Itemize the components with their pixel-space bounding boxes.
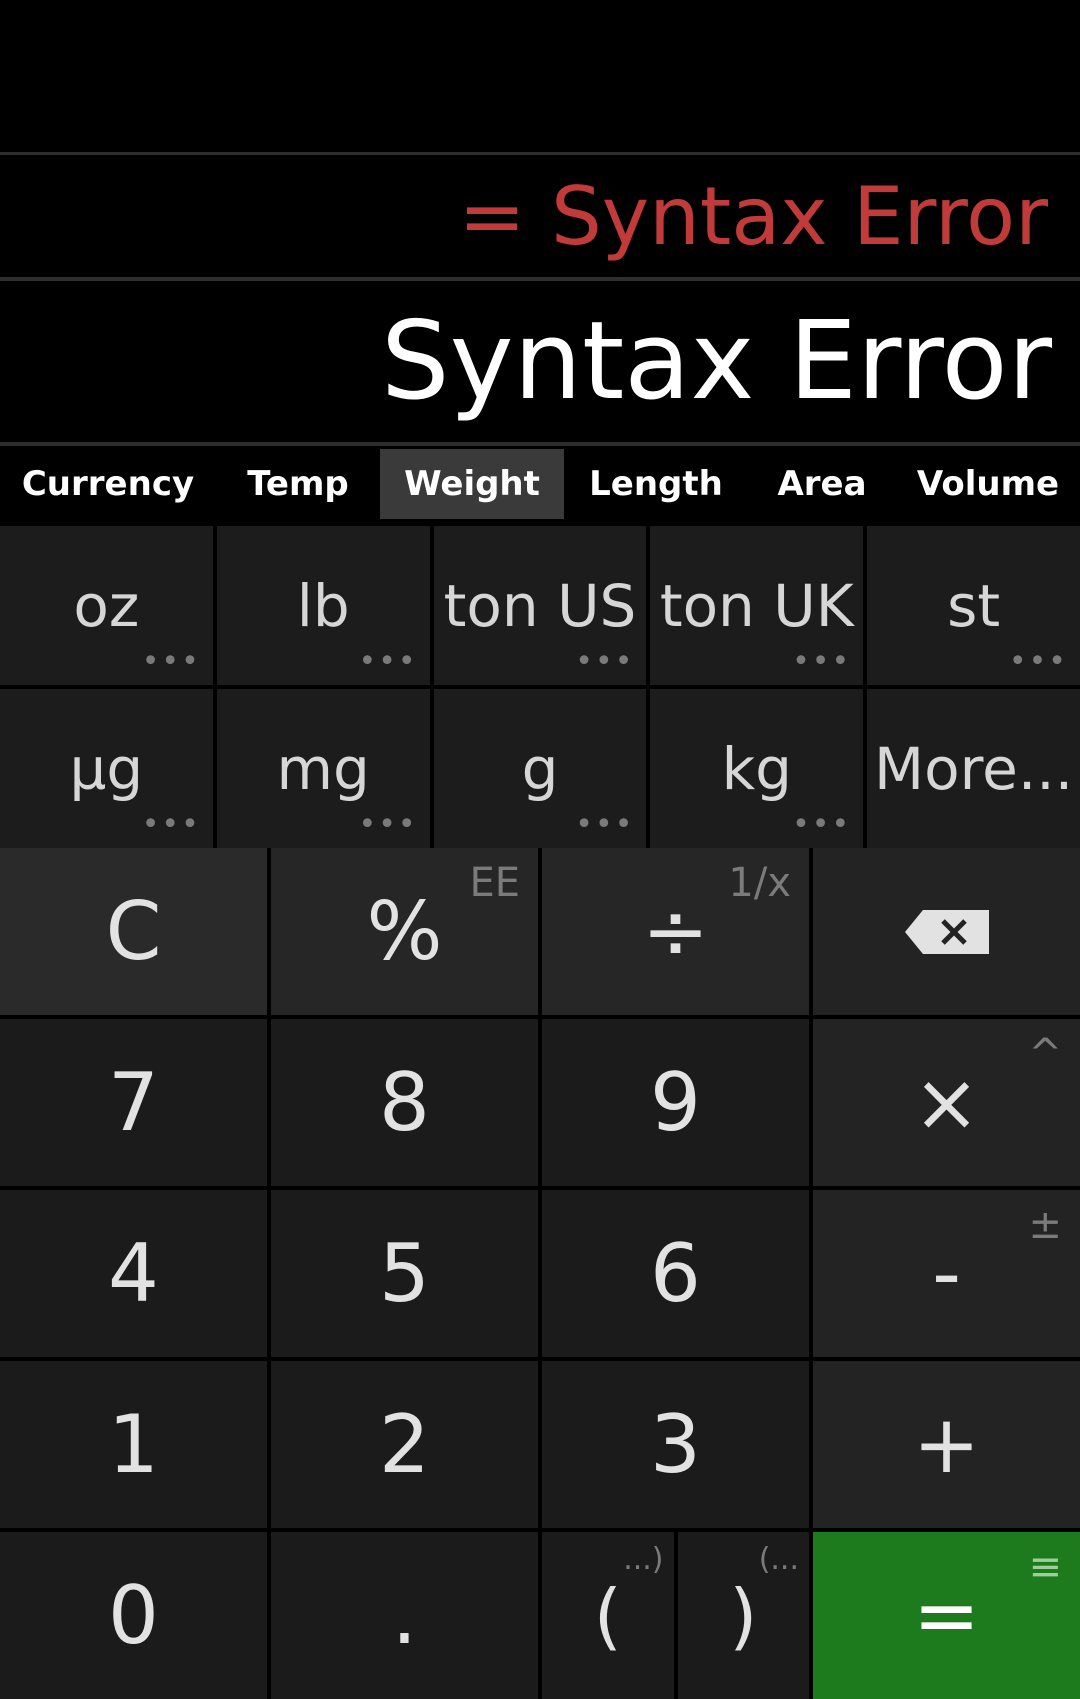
digit-1-button[interactable]: 1 (0, 1361, 267, 1528)
secondary-label: 1/x (728, 860, 791, 906)
key-label: 5 (379, 1227, 430, 1320)
more-options-icon: ••• (141, 644, 201, 679)
unit-label: More... (874, 734, 1074, 803)
more-options-icon: ••• (792, 644, 852, 679)
digit-3-button[interactable]: 3 (542, 1361, 809, 1528)
more-options-icon: ••• (575, 644, 635, 679)
plus-button[interactable]: + (813, 1361, 1080, 1528)
unit-grid: oz ••• lb ••• ton US ••• ton UK ••• st ••• µg… (0, 526, 1080, 848)
unit-mg-button[interactable]: mg ••• (216, 689, 430, 848)
secondary-label: EE (469, 860, 520, 906)
minus-button[interactable]: - ± (813, 1190, 1080, 1357)
tab-length[interactable]: Length (564, 449, 748, 519)
secondary-label: ± (1028, 1202, 1062, 1248)
unit-label: st (947, 571, 1001, 640)
clear-button[interactable]: C (0, 848, 267, 1015)
tab-currency[interactable]: Currency (0, 449, 216, 519)
key-label: 3 (650, 1398, 701, 1491)
more-options-icon: ••• (1008, 644, 1068, 679)
tab-weight[interactable]: Weight (380, 449, 564, 519)
multiply-button[interactable]: × ^ (813, 1019, 1080, 1186)
unit-label: ton US (443, 571, 637, 640)
key-label: 7 (108, 1056, 159, 1149)
unit-label: g (521, 734, 559, 803)
unit-label: ton UK (659, 571, 854, 640)
percent-button[interactable]: % EE (271, 848, 538, 1015)
key-label: ( (593, 1573, 622, 1658)
decimal-button[interactable]: . (271, 1532, 538, 1699)
unit-ton-us-button[interactable]: ton US ••• (433, 526, 647, 685)
key-label: 2 (379, 1398, 430, 1491)
digit-9-button[interactable]: 9 (542, 1019, 809, 1186)
history-icon: ≡ (1028, 1544, 1062, 1590)
more-options-icon: ••• (358, 644, 418, 679)
key-label: 4 (108, 1227, 159, 1320)
key-label: × (912, 1056, 981, 1149)
category-tabs: Currency Temp Weight Length Area Volume (0, 449, 1080, 519)
unit-label: µg (69, 734, 144, 803)
secondary-label: ...) (623, 1542, 664, 1577)
unit-lb-button[interactable]: lb ••• (216, 526, 430, 685)
unit-ton-uk-button[interactable]: ton UK ••• (650, 526, 864, 685)
secondary-label: (... (758, 1542, 799, 1577)
key-label: . (391, 1569, 418, 1662)
backspace-icon (904, 909, 989, 954)
digit-5-button[interactable]: 5 (271, 1190, 538, 1357)
open-paren-button[interactable]: (...) (542, 1532, 674, 1699)
unit-label: lb (296, 571, 350, 640)
input-display[interactable]: Syntax Error (0, 280, 1080, 442)
unit-label: oz (73, 571, 140, 640)
unit-label: mg (276, 734, 370, 803)
digit-6-button[interactable]: 6 (542, 1190, 809, 1357)
backspace-button[interactable] (813, 848, 1080, 1015)
unit-label: kg (721, 734, 792, 803)
key-label: 0 (108, 1569, 159, 1662)
digit-4-button[interactable]: 4 (0, 1190, 267, 1357)
top-blank-area (0, 0, 1080, 152)
key-label: 1 (108, 1398, 159, 1491)
divide-button[interactable]: ÷ 1/x (542, 848, 809, 1015)
more-options-icon: ••• (358, 807, 418, 842)
unit-g-button[interactable]: g ••• (433, 689, 647, 848)
key-label: 9 (650, 1056, 701, 1149)
unit-oz-button[interactable]: oz ••• (0, 526, 213, 685)
digit-2-button[interactable]: 2 (271, 1361, 538, 1528)
key-label: - (932, 1227, 961, 1320)
secondary-label: ^ (1028, 1031, 1062, 1077)
key-label: 6 (650, 1227, 701, 1320)
key-label: % (366, 885, 443, 978)
tab-volume[interactable]: Volume (896, 449, 1080, 519)
key-label: = (912, 1569, 981, 1662)
key-label: ) (729, 1573, 758, 1658)
digit-7-button[interactable]: 7 (0, 1019, 267, 1186)
unit-kg-button[interactable]: kg ••• (650, 689, 864, 848)
result-display: = Syntax Error (458, 169, 1048, 263)
key-label: 8 (379, 1056, 430, 1149)
key-label: C (105, 885, 162, 978)
equals-button[interactable]: = ≡ (813, 1532, 1080, 1699)
unit-ug-button[interactable]: µg ••• (0, 689, 213, 848)
key-label: + (912, 1398, 981, 1491)
parentheses-group: (...) ) (... (542, 1532, 809, 1699)
more-units-button[interactable]: More... (867, 689, 1080, 848)
digit-0-button[interactable]: 0 (0, 1532, 267, 1699)
unit-st-button[interactable]: st ••• (867, 526, 1080, 685)
divider (0, 442, 1080, 446)
close-paren-button[interactable]: ) (... (677, 1532, 809, 1699)
tab-temp[interactable]: Temp (216, 449, 380, 519)
keypad: C % EE ÷ 1/x 7 8 9 × ^ 4 5 6 - ± 1 2 3 + 0 .… (0, 848, 1080, 1699)
more-options-icon: ••• (575, 807, 635, 842)
key-label: ÷ (641, 885, 710, 978)
tab-area[interactable]: Area (748, 449, 896, 519)
more-options-icon: ••• (792, 807, 852, 842)
more-options-icon: ••• (141, 807, 201, 842)
digit-8-button[interactable]: 8 (271, 1019, 538, 1186)
